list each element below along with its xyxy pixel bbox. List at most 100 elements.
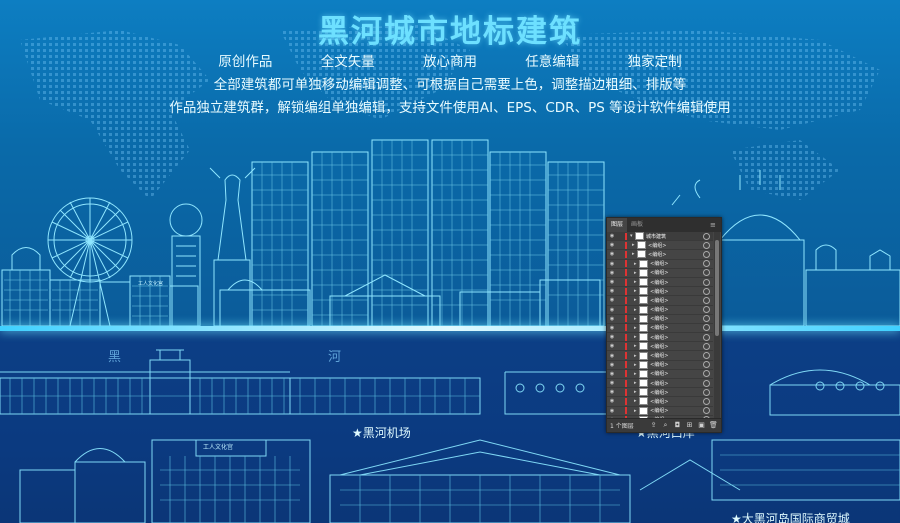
visibility-eye-icon[interactable]: ◉	[607, 398, 617, 404]
target-circle-icon[interactable]	[703, 397, 710, 405]
layer-name[interactable]: <编组>	[650, 389, 703, 396]
new-layer-icon[interactable]: ▣	[697, 421, 706, 430]
expand-triangle-icon[interactable]: ▸	[630, 251, 637, 257]
layer-root-row[interactable]: ◉ ▾ 城市建筑	[607, 232, 713, 242]
expand-triangle-icon[interactable]: ▸	[630, 408, 639, 414]
layer-name[interactable]: <编组>	[650, 315, 703, 322]
expand-triangle-icon[interactable]: ▸	[630, 279, 639, 285]
layer-row[interactable]: ◉ ▸ <编组>	[607, 397, 713, 407]
layer-row[interactable]: ◉ ▸ <编组>	[607, 379, 713, 389]
layer-name[interactable]: <编组>	[650, 343, 703, 350]
target-circle-icon[interactable]	[703, 306, 710, 314]
visibility-eye-icon[interactable]: ◉	[607, 334, 617, 340]
expand-triangle-icon[interactable]: ▸	[630, 398, 639, 404]
visibility-eye-icon[interactable]: ◉	[607, 408, 617, 414]
layer-name[interactable]: <编组>	[648, 242, 703, 249]
visibility-eye-icon[interactable]: ◉	[607, 297, 617, 303]
visibility-eye-icon[interactable]: ◉	[607, 389, 617, 395]
layer-name[interactable]: <编组>	[650, 260, 703, 267]
target-circle-icon[interactable]	[703, 388, 710, 396]
visibility-eye-icon[interactable]: ◉	[607, 288, 617, 294]
layer-row[interactable]: ◉ ▸ <编组>	[607, 259, 713, 269]
new-sublayer-icon[interactable]: ⊞	[685, 421, 694, 430]
delete-icon[interactable]: 🗑	[709, 421, 718, 430]
layer-name[interactable]: <编组>	[648, 251, 703, 258]
layer-name[interactable]: <编组>	[650, 297, 703, 304]
visibility-eye-icon[interactable]: ◉	[607, 279, 617, 285]
target-circle-icon[interactable]	[703, 269, 710, 277]
visibility-eye-icon[interactable]: ◉	[607, 307, 617, 313]
expand-triangle-icon[interactable]: ▸	[630, 288, 639, 294]
expand-triangle-icon[interactable]: ▸	[630, 261, 639, 267]
layer-name[interactable]: <编组>	[650, 370, 703, 377]
target-circle-icon[interactable]	[703, 260, 710, 268]
target-circle-icon[interactable]	[703, 342, 710, 350]
layers-scrollbar[interactable]	[714, 232, 720, 418]
expand-triangle-icon[interactable]: ▸	[630, 334, 639, 340]
hamburger-icon[interactable]: ≡	[710, 221, 718, 229]
layer-row[interactable]: ◉ ▸ <编组>	[607, 287, 713, 297]
layer-name[interactable]: <编组>	[650, 279, 703, 286]
expand-triangle-icon[interactable]: ▸	[630, 242, 637, 248]
layer-name[interactable]: <编组>	[650, 269, 703, 276]
layer-name[interactable]: <编组>	[650, 324, 703, 331]
expand-triangle-icon[interactable]: ▸	[630, 380, 639, 386]
expand-triangle-icon[interactable]: ▸	[630, 389, 639, 395]
layer-row[interactable]: ◉ ▸ <编组>	[607, 278, 713, 288]
visibility-eye-icon[interactable]: ◉	[607, 251, 617, 257]
target-circle-icon[interactable]	[703, 333, 710, 341]
visibility-eye-icon[interactable]: ◉	[607, 242, 617, 248]
locate-icon[interactable]: ⌕	[661, 421, 670, 430]
layer-row[interactable]: ◉ ▸ <编组>	[607, 314, 713, 324]
target-circle-icon[interactable]	[703, 278, 710, 286]
layer-row[interactable]: ◉ ▸ <编组>	[607, 250, 713, 260]
visibility-eye-icon[interactable]: ◉	[607, 362, 617, 368]
expand-triangle-icon[interactable]: ▸	[630, 297, 639, 303]
expand-triangle-icon[interactable]: ▸	[630, 362, 639, 368]
expand-triangle-icon[interactable]: ▸	[630, 325, 639, 331]
expand-triangle-icon[interactable]: ▸	[630, 307, 639, 313]
visibility-eye-icon[interactable]: ◉	[607, 233, 617, 239]
expand-triangle-icon[interactable]: ▸	[630, 343, 639, 349]
expand-triangle-icon[interactable]: ▸	[630, 316, 639, 322]
layer-name[interactable]: <编组>	[650, 398, 703, 405]
target-circle-icon[interactable]	[703, 407, 710, 415]
clip-mask-icon[interactable]: ◘	[673, 421, 682, 430]
layer-row[interactable]: ◉ ▸ <编组>	[607, 360, 713, 370]
visibility-eye-icon[interactable]: ◉	[607, 325, 617, 331]
target-circle-icon[interactable]	[703, 287, 710, 295]
scrollbar-thumb[interactable]	[715, 240, 719, 336]
target-circle-icon[interactable]	[703, 315, 710, 323]
target-circle-icon[interactable]	[703, 241, 710, 249]
layer-name[interactable]: 城市建筑	[646, 233, 703, 240]
target-circle-icon[interactable]	[703, 370, 710, 378]
layer-row[interactable]: ◉ ▸ <编组>	[607, 388, 713, 398]
layer-row[interactable]: ◉ ▸ <编组>	[607, 241, 713, 251]
target-circle-icon[interactable]	[703, 379, 710, 387]
visibility-eye-icon[interactable]: ◉	[607, 270, 617, 276]
layer-name[interactable]: <编组>	[650, 334, 703, 341]
visibility-eye-icon[interactable]: ◉	[607, 353, 617, 359]
visibility-eye-icon[interactable]: ◉	[607, 261, 617, 267]
layer-name[interactable]: <编组>	[650, 380, 703, 387]
export-icon[interactable]: ⇪	[649, 421, 658, 430]
visibility-eye-icon[interactable]: ◉	[607, 380, 617, 386]
layer-row[interactable]: ◉ ▸ <编组>	[607, 333, 713, 343]
layer-row[interactable]: ◉ ▸ <编组>	[607, 268, 713, 278]
layer-name[interactable]: <编组>	[650, 352, 703, 359]
target-circle-icon[interactable]	[703, 296, 710, 304]
layer-row[interactable]: ◉ ▸ <编组>	[607, 342, 713, 352]
layer-row[interactable]: ◉ ▸ <编组>	[607, 305, 713, 315]
layer-row[interactable]: ◉ ▸ <编组>	[607, 296, 713, 306]
visibility-eye-icon[interactable]: ◉	[607, 316, 617, 322]
expand-triangle-icon[interactable]: ▸	[630, 353, 639, 359]
layer-name[interactable]: <编组>	[650, 407, 703, 414]
visibility-eye-icon[interactable]: ◉	[607, 371, 617, 377]
target-circle-icon[interactable]	[703, 361, 710, 369]
target-circle-icon[interactable]	[703, 232, 710, 240]
visibility-eye-icon[interactable]: ◉	[607, 343, 617, 349]
layer-name[interactable]: <编组>	[650, 306, 703, 313]
tab-artboards[interactable]: 画板	[627, 218, 647, 232]
target-circle-icon[interactable]	[703, 324, 710, 332]
layer-row[interactable]: ◉ ▸ <编组>	[607, 323, 713, 334]
